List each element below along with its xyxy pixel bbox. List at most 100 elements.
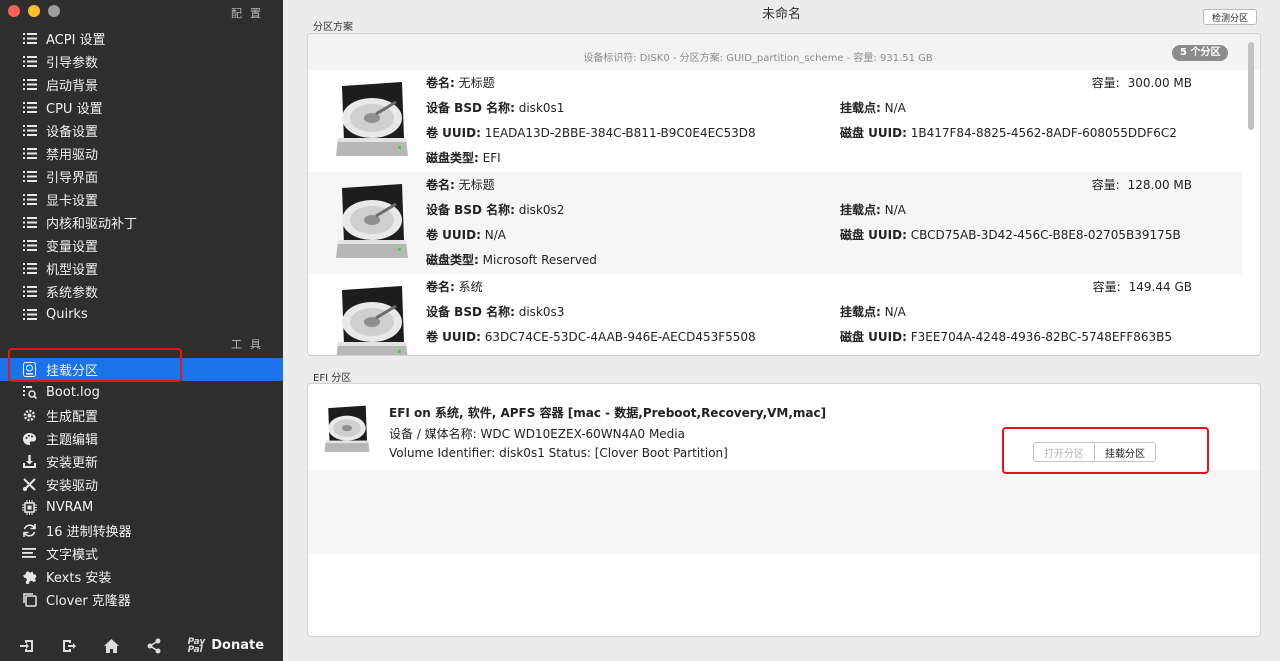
partition-list[interactable]: 设备标识符: DISK0 - 分区方案: GUID_partition_sche…: [307, 33, 1261, 356]
sidebar-item-tool-boot-log[interactable]: Boot.log: [0, 381, 283, 404]
text-lines-icon: [21, 545, 38, 562]
efi-title: EFI on 系统, 软件, APFS 容器 [mac - 数据,Preboot…: [389, 406, 827, 420]
import-icon[interactable]: [19, 638, 35, 654]
config-section-header: 配置: [231, 7, 269, 20]
sidebar-item-tool-nvram[interactable]: NVRAM: [0, 496, 283, 519]
list-icon: [21, 145, 38, 162]
chip-icon: [21, 499, 38, 516]
sidebar-item-config-8[interactable]: 内核和驱动补丁: [0, 211, 283, 234]
sidebar-item-label: NVRAM: [46, 500, 94, 515]
sidebar-item-label: 主题编辑: [46, 433, 99, 448]
hard-disk-icon: [322, 404, 372, 460]
sidebar-item-label: Quirks: [46, 307, 88, 322]
partition-bsd: 设备 BSD 名称: disk0s2: [426, 203, 565, 217]
partition-row[interactable]: 卷名: 无标题 设备 BSD 名称: disk0s1 卷 UUID: 1EADA13…: [308, 70, 1242, 172]
sidebar-item-config-4[interactable]: 设备设置: [0, 119, 283, 142]
sidebar-item-label: Clover 克隆器: [46, 594, 131, 609]
partition-scrollbar[interactable]: [1246, 38, 1256, 350]
sidebar-item-tool-16[interactable]: 16 进制转换器: [0, 519, 283, 542]
sidebar-item-label: 文字模式: [46, 548, 99, 563]
highlight-box-efi: [1002, 427, 1209, 474]
donate-label: Donate: [211, 638, 265, 653]
partition-disk-uuid: 磁盘 UUID: 1B417F84-8825-4562-8ADF-608055D…: [840, 126, 1177, 140]
partition-mount: 挂载点: N/A: [840, 203, 906, 217]
gear-icon: [21, 407, 38, 424]
sidebar-item-label: 内核和驱动补丁: [46, 217, 138, 232]
sidebar-item-config-cpu[interactable]: CPU 设置: [0, 96, 283, 119]
sidebar-item-config-6[interactable]: 引导界面: [0, 165, 283, 188]
sidebar-item-config-1[interactable]: 引导参数: [0, 50, 283, 73]
sidebar-bottom-bar: Pay Pal Donate: [0, 630, 283, 661]
partition-scheme-label: 分区方案: [313, 22, 353, 33]
main-panel: 未命名 检测分区 分区方案 设备标识符: DISK0 - 分区方案: GUID_…: [283, 0, 1280, 661]
partition-row[interactable]: 卷名: 系统 设备 BSD 名称: disk0s3 卷 UUID: 63DC74CE…: [308, 274, 1242, 355]
list-icon: [21, 30, 38, 47]
hard-disk-icon: [332, 284, 412, 355]
sidebar-item-config-acpi[interactable]: ACPI 设置: [0, 27, 283, 50]
list-icon: [21, 122, 38, 139]
partition-capacity: 容量: 300.00 MB: [1091, 76, 1192, 90]
list-icon: [21, 306, 38, 323]
sidebar-item-label: ACPI 设置: [46, 33, 106, 48]
sidebar-item-label: 16 进制转换器: [46, 525, 132, 540]
hard-disk-icon: [332, 182, 412, 268]
partition-uuid: 卷 UUID: N/A: [426, 228, 506, 242]
partition-count-badge: 5 个分区: [1172, 45, 1229, 61]
partition-summary-header: 设备标识符: DISK0 - 分区方案: GUID_partition_sche…: [308, 34, 1260, 70]
refresh-icon: [21, 522, 38, 539]
sidebar: 配置 ACPI 设置引导参数启动背景 CPU 设置设备设置禁用驱动引导界面显卡设置…: [0, 0, 283, 661]
list-icon: [21, 191, 38, 208]
sidebar-item-tool-3[interactable]: 主题编辑: [0, 427, 283, 450]
sidebar-item-label: 显卡设置: [46, 194, 99, 209]
sidebar-item-config-9[interactable]: 变量设置: [0, 234, 283, 257]
scroll-thumb[interactable]: [1248, 42, 1254, 130]
partition-type: 磁盘类型: EFI: [426, 151, 501, 165]
sidebar-item-config-7[interactable]: 显卡设置: [0, 188, 283, 211]
list-icon: [21, 237, 38, 254]
share-icon[interactable]: [146, 638, 162, 654]
sidebar-item-tool-kexts[interactable]: Kexts 安装: [0, 565, 283, 588]
efi-identifier: Volume Identifier: disk0s1 Status: [Clov…: [389, 446, 728, 460]
list-icon: [21, 168, 38, 185]
sidebar-item-config-5[interactable]: 禁用驱动: [0, 142, 283, 165]
list-icon: [21, 260, 38, 277]
partition-uuid: 卷 UUID: 1EADA13D-2BBE-384C-B811-B9C0E4EC…: [426, 126, 756, 140]
partition-volume: 卷名: 无标题: [426, 178, 495, 192]
efi-section-label: EFI 分区: [313, 373, 352, 384]
palette-icon: [21, 430, 38, 447]
sidebar-item-label: 机型设置: [46, 263, 99, 278]
sidebar-item-label: Kexts 安装: [46, 571, 112, 586]
puzzle-icon: [21, 568, 38, 585]
sidebar-item-label: 启动背景: [46, 79, 99, 94]
partition-mount: 挂载点: N/A: [840, 101, 906, 115]
home-icon[interactable]: [103, 638, 120, 654]
list-icon: [21, 283, 38, 300]
export-icon[interactable]: [61, 638, 77, 654]
sidebar-item-config-11[interactable]: 系统参数: [0, 280, 283, 303]
sidebar-item-label: 安装驱动: [46, 479, 99, 494]
sidebar-item-label: 设备设置: [46, 125, 99, 140]
partition-type: 磁盘类型: Microsoft Reserved: [426, 253, 597, 267]
sidebar-item-label: 系统参数: [46, 286, 99, 301]
partition-bsd: 设备 BSD 名称: disk0s1: [426, 101, 565, 115]
donate-button[interactable]: Pay Pal Donate: [188, 637, 265, 654]
sidebar-item-tool-5[interactable]: 安装驱动: [0, 473, 283, 496]
highlight-box-sidebar: [8, 348, 182, 382]
partition-summary: 设备标识符: DISK0 - 分区方案: GUID_partition_sche…: [583, 53, 933, 64]
list-icon: [21, 53, 38, 70]
sidebar-item-label: 安装更新: [46, 456, 99, 471]
list-icon: [21, 214, 38, 231]
sidebar-item-config-quirks[interactable]: Quirks: [0, 303, 283, 326]
sidebar-item-config-2[interactable]: 启动背景: [0, 73, 283, 96]
sidebar-item-tool-4[interactable]: 安装更新: [0, 450, 283, 473]
partition-disk-uuid: 磁盘 UUID: F3EE704A-4248-4936-82BC-5748EFF…: [840, 330, 1173, 344]
sidebar-item-tool-clover[interactable]: Clover 克隆器: [0, 588, 283, 611]
sidebar-item-tool-8[interactable]: 文字模式: [0, 542, 283, 565]
detect-partitions-button[interactable]: 检测分区: [1203, 9, 1257, 25]
efi-empty-row: [308, 470, 1260, 554]
sidebar-item-config-10[interactable]: 机型设置: [0, 257, 283, 280]
sidebar-item-tool-2[interactable]: 生成配置: [0, 404, 283, 427]
sidebar-item-label: 禁用驱动: [46, 148, 99, 163]
tools-icon: [21, 476, 38, 493]
partition-row[interactable]: 卷名: 无标题设备 BSD 名称: disk0s2 卷 UUID: N/A 磁盘类型…: [308, 172, 1242, 274]
